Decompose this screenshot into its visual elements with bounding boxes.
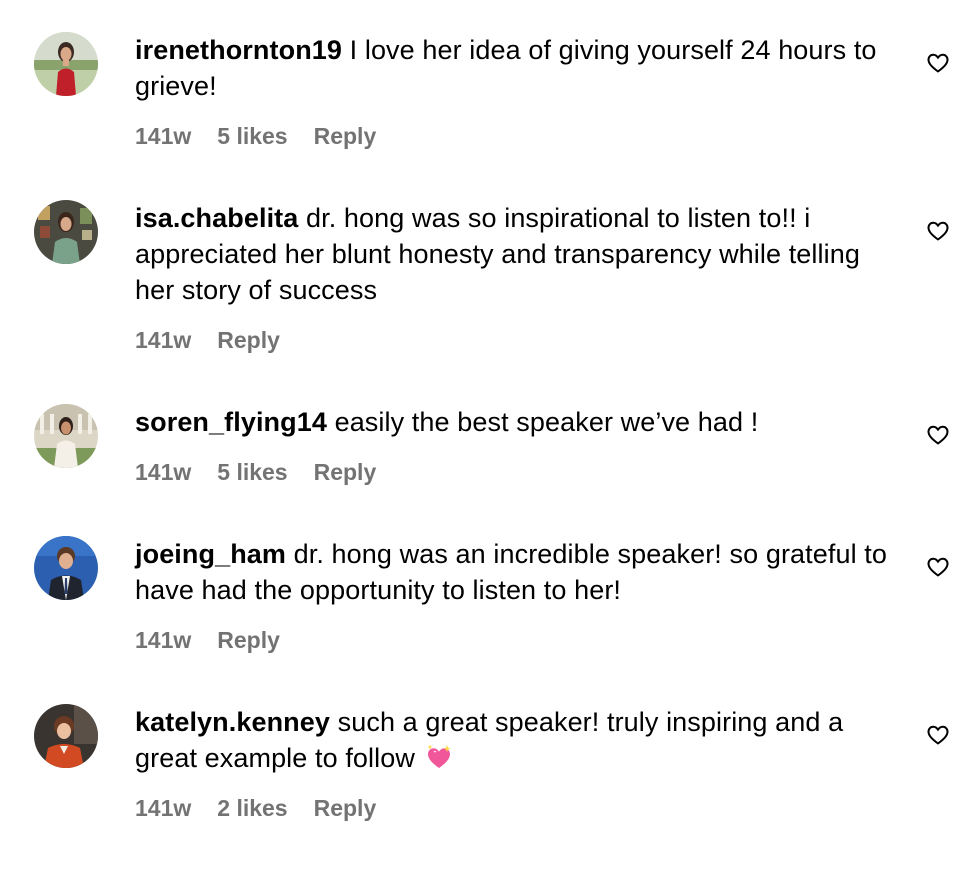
avatar[interactable] [34, 704, 98, 768]
avatar-icon-suit-blue [34, 536, 98, 600]
likes-count[interactable]: 5 likes [217, 459, 287, 486]
avatar-icon-orange-jacket [34, 704, 98, 768]
comment-username[interactable]: joeing_ham [135, 539, 286, 569]
reply-button[interactable]: Reply [314, 123, 377, 150]
comment-username[interactable]: irenethornton19 [135, 35, 342, 65]
comment-meta: 141w 2 likes Reply [135, 795, 376, 822]
reply-button[interactable]: Reply [217, 627, 280, 654]
sparkling-heart-icon [427, 744, 451, 768]
comment-text: soren_flying14 easily the best speaker w… [135, 404, 895, 440]
reply-button[interactable]: Reply [217, 327, 280, 354]
comment-time: 141w [135, 795, 192, 821]
reply-button[interactable]: Reply [314, 795, 377, 822]
heart-icon[interactable] [926, 51, 950, 75]
likes-count[interactable]: 2 likes [217, 795, 287, 822]
comment-text: irenethornton19 I love her idea of givin… [135, 32, 895, 104]
avatar-icon-white-dress [34, 404, 98, 468]
avatar[interactable] [34, 404, 98, 468]
avatar[interactable] [34, 536, 98, 600]
comment-meta: 141w 5 likes Reply [135, 459, 376, 486]
avatar-icon-art-wall [34, 200, 98, 264]
heart-icon[interactable] [926, 723, 950, 747]
heart-icon[interactable] [926, 555, 950, 579]
comment-meta: 141w Reply [135, 327, 280, 354]
avatar-icon-red-dress [34, 32, 98, 96]
comment-time: 141w [135, 627, 192, 653]
comment-time: 141w [135, 123, 192, 149]
comment-meta: 141w 5 likes Reply [135, 123, 376, 150]
comment-time: 141w [135, 459, 192, 485]
comment-meta: 141w Reply [135, 627, 280, 654]
comment-text: joeing_ham dr. hong was an incredible sp… [135, 536, 895, 608]
comment-text: katelyn.kenney such a great speaker! tru… [135, 704, 895, 776]
comment-time: 141w [135, 327, 192, 353]
heart-icon[interactable] [926, 423, 950, 447]
avatar[interactable] [34, 200, 98, 264]
comment-username[interactable]: katelyn.kenney [135, 707, 330, 737]
comment-username[interactable]: isa.chabelita [135, 203, 298, 233]
likes-count[interactable]: 5 likes [217, 123, 287, 150]
comment-body: easily the best speaker we’ve had ! [334, 407, 759, 437]
reply-button[interactable]: Reply [314, 459, 377, 486]
avatar[interactable] [34, 32, 98, 96]
heart-icon[interactable] [926, 219, 950, 243]
comment-text: isa.chabelita dr. hong was so inspiratio… [135, 200, 895, 308]
comment-username[interactable]: soren_flying14 [135, 407, 327, 437]
